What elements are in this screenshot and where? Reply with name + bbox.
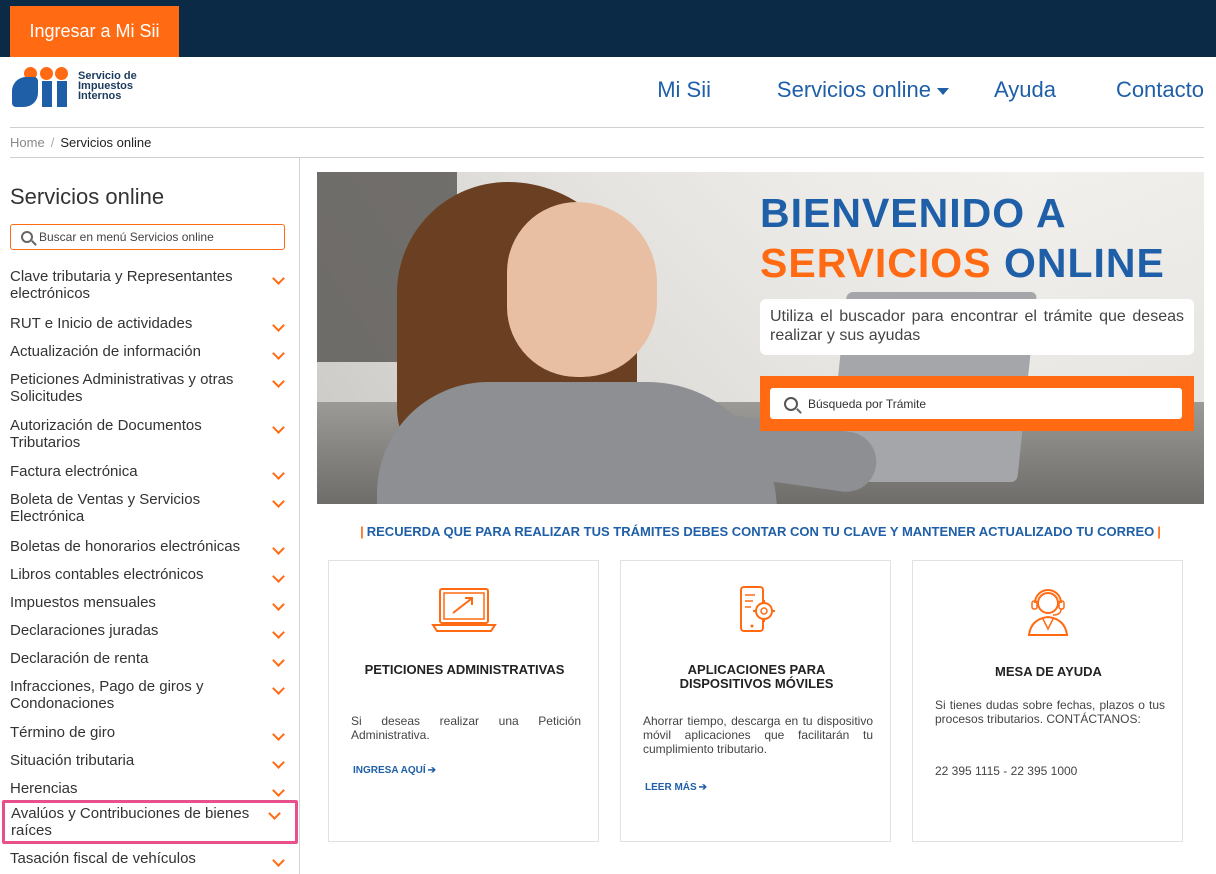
header: Servicio de Impuestos Internos Mi Sii Se…: [0, 57, 1216, 128]
chevron-down-icon: [272, 375, 285, 388]
nav-mi-sii[interactable]: Mi Sii: [657, 77, 711, 103]
leer-mas-link[interactable]: LEER MÁS ➔: [645, 782, 707, 793]
caret-down-icon: [937, 87, 949, 95]
breadcrumb: Home / Servicios online: [10, 135, 152, 150]
card-text: Si deseas realizar una Petición Administ…: [351, 714, 581, 742]
breadcrumb-current: Servicios online: [60, 135, 152, 150]
card-text: Si tienes dudas sobre fechas, plazos o t…: [935, 698, 1165, 726]
sidebar-search-placeholder: Buscar en menú Servicios online: [39, 230, 214, 244]
card-text: Ahorrar tiempo, descarga en tu dispositi…: [643, 714, 873, 756]
hero-subtitle: SERVICIOS ONLINE: [760, 240, 1165, 286]
sidebar-item-declaraciones-juradas[interactable]: Declaraciones juradas: [10, 622, 295, 639]
phone-numbers: 22 395 1115 - 22 395 1000: [935, 764, 1078, 778]
sidebar-item-actualizacion[interactable]: Actualización de información: [10, 343, 295, 360]
sidebar-item-rut[interactable]: RUT e Inicio de actividades: [10, 315, 295, 332]
sidebar-title: Servicios online: [10, 184, 165, 209]
search-icon: [21, 231, 33, 243]
laptop-chart-icon: [329, 583, 598, 643]
chevron-down-icon: [272, 467, 285, 480]
chevron-down-icon: [272, 598, 285, 611]
nav-contacto[interactable]: Contacto: [1116, 77, 1204, 103]
sii-logo-text: Servicio de Impuestos Internos: [78, 70, 137, 102]
chevron-down-icon: [272, 272, 285, 285]
sidebar-item-situacion[interactable]: Situación tributaria: [10, 752, 295, 769]
card-mesa-ayuda: MESA DE AYUDA Si tienes dudas sobre fech…: [912, 560, 1183, 842]
card-peticiones: PETICIONES ADMINISTRATIVAS Si deseas rea…: [328, 560, 599, 842]
sidebar-item-tasacion[interactable]: Tasación fiscal de vehículos: [10, 850, 295, 867]
sidebar-item-boletas-honorarios[interactable]: Boletas de honorarios electrónicas: [10, 538, 295, 555]
chevron-down-icon: [272, 784, 285, 797]
card-aplicaciones-moviles: APLICACIONES PARA DISPOSITIVOS MÓVILES A…: [620, 560, 891, 842]
sidebar-search-input[interactable]: Buscar en menú Servicios online: [10, 224, 285, 250]
top-bar: Ingresar a Mi Sii: [0, 0, 1216, 57]
mobile-gear-icon: [621, 583, 890, 643]
breadcrumb-home[interactable]: Home: [10, 135, 45, 150]
sidebar-item-boleta-ventas[interactable]: Boleta de Ventas y Servicios Electrónica: [10, 491, 295, 525]
chevron-down-icon: [272, 542, 285, 555]
sidebar-item-avaluos[interactable]: Avalúos y Contribuciones de bienes raíce…: [2, 800, 298, 844]
sidebar-item-termino-giro[interactable]: Término de giro: [10, 724, 295, 741]
chevron-down-icon: [272, 319, 285, 332]
sii-logo-mark: [12, 67, 70, 107]
notice-banner: | RECUERDA QUE PARA REALIZAR TUS TRÁMITES…: [360, 524, 1161, 539]
card-title: APLICACIONES PARA DISPOSITIVOS MÓVILES: [679, 662, 834, 691]
chevron-down-icon: [272, 756, 285, 769]
chevron-down-icon: [272, 570, 285, 583]
nav-servicios-online[interactable]: Servicios online: [777, 77, 949, 103]
hero-search-box: Búsqueda por Trámite: [760, 376, 1194, 431]
header-divider: [10, 127, 1204, 128]
sidebar-item-infracciones[interactable]: Infracciones, Pago de giros y Condonacio…: [10, 678, 295, 712]
sidebar: Servicios online Buscar en menú Servicio…: [0, 158, 300, 874]
tramite-search-input[interactable]: Búsqueda por Trámite: [770, 388, 1182, 419]
sii-logo[interactable]: Servicio de Impuestos Internos: [12, 67, 137, 107]
nav-ayuda[interactable]: Ayuda: [994, 77, 1056, 103]
sidebar-item-herencias[interactable]: Herencias: [10, 780, 295, 797]
sidebar-item-libros[interactable]: Libros contables electrónicos: [10, 566, 295, 583]
hero-title: BIENVENIDO A: [760, 190, 1067, 236]
chevron-down-icon: [272, 682, 285, 695]
hero-description: Utiliza el buscador para encontrar el tr…: [760, 299, 1194, 355]
card-title: PETICIONES ADMINISTRATIVAS: [364, 662, 565, 677]
ingresa-aqui-link[interactable]: INGRESA AQUÍ ➔: [353, 765, 436, 776]
chevron-down-icon: [272, 626, 285, 639]
sidebar-item-factura[interactable]: Factura electrónica: [10, 463, 295, 480]
chevron-down-icon: [272, 421, 285, 434]
sidebar-item-impuestos[interactable]: Impuestos mensuales: [10, 594, 295, 611]
chevron-down-icon: [272, 654, 285, 667]
tramite-search-placeholder: Búsqueda por Trámite: [808, 396, 927, 411]
chevron-down-icon: [272, 347, 285, 360]
sidebar-item-clave-tributaria[interactable]: Clave tributaria y Representantes electr…: [10, 268, 295, 302]
ingresar-mi-sii-button[interactable]: Ingresar a Mi Sii: [10, 6, 179, 57]
chevron-down-icon: [272, 495, 285, 508]
headset-agent-icon: [913, 583, 1182, 643]
arrow-right-icon: ➔: [698, 782, 708, 793]
chevron-down-icon: [272, 854, 285, 867]
arrow-right-icon: ➔: [427, 765, 436, 776]
chevron-down-icon: [268, 807, 281, 820]
sidebar-item-autorizacion[interactable]: Autorización de Documentos Tributarios: [10, 417, 295, 451]
card-title: MESA DE AYUDA: [995, 664, 1102, 679]
sidebar-item-renta[interactable]: Declaración de renta: [10, 650, 295, 667]
search-icon: [784, 396, 798, 411]
sidebar-item-peticiones[interactable]: Peticiones Administrativas y otras Solic…: [10, 371, 295, 405]
chevron-down-icon: [272, 728, 285, 741]
